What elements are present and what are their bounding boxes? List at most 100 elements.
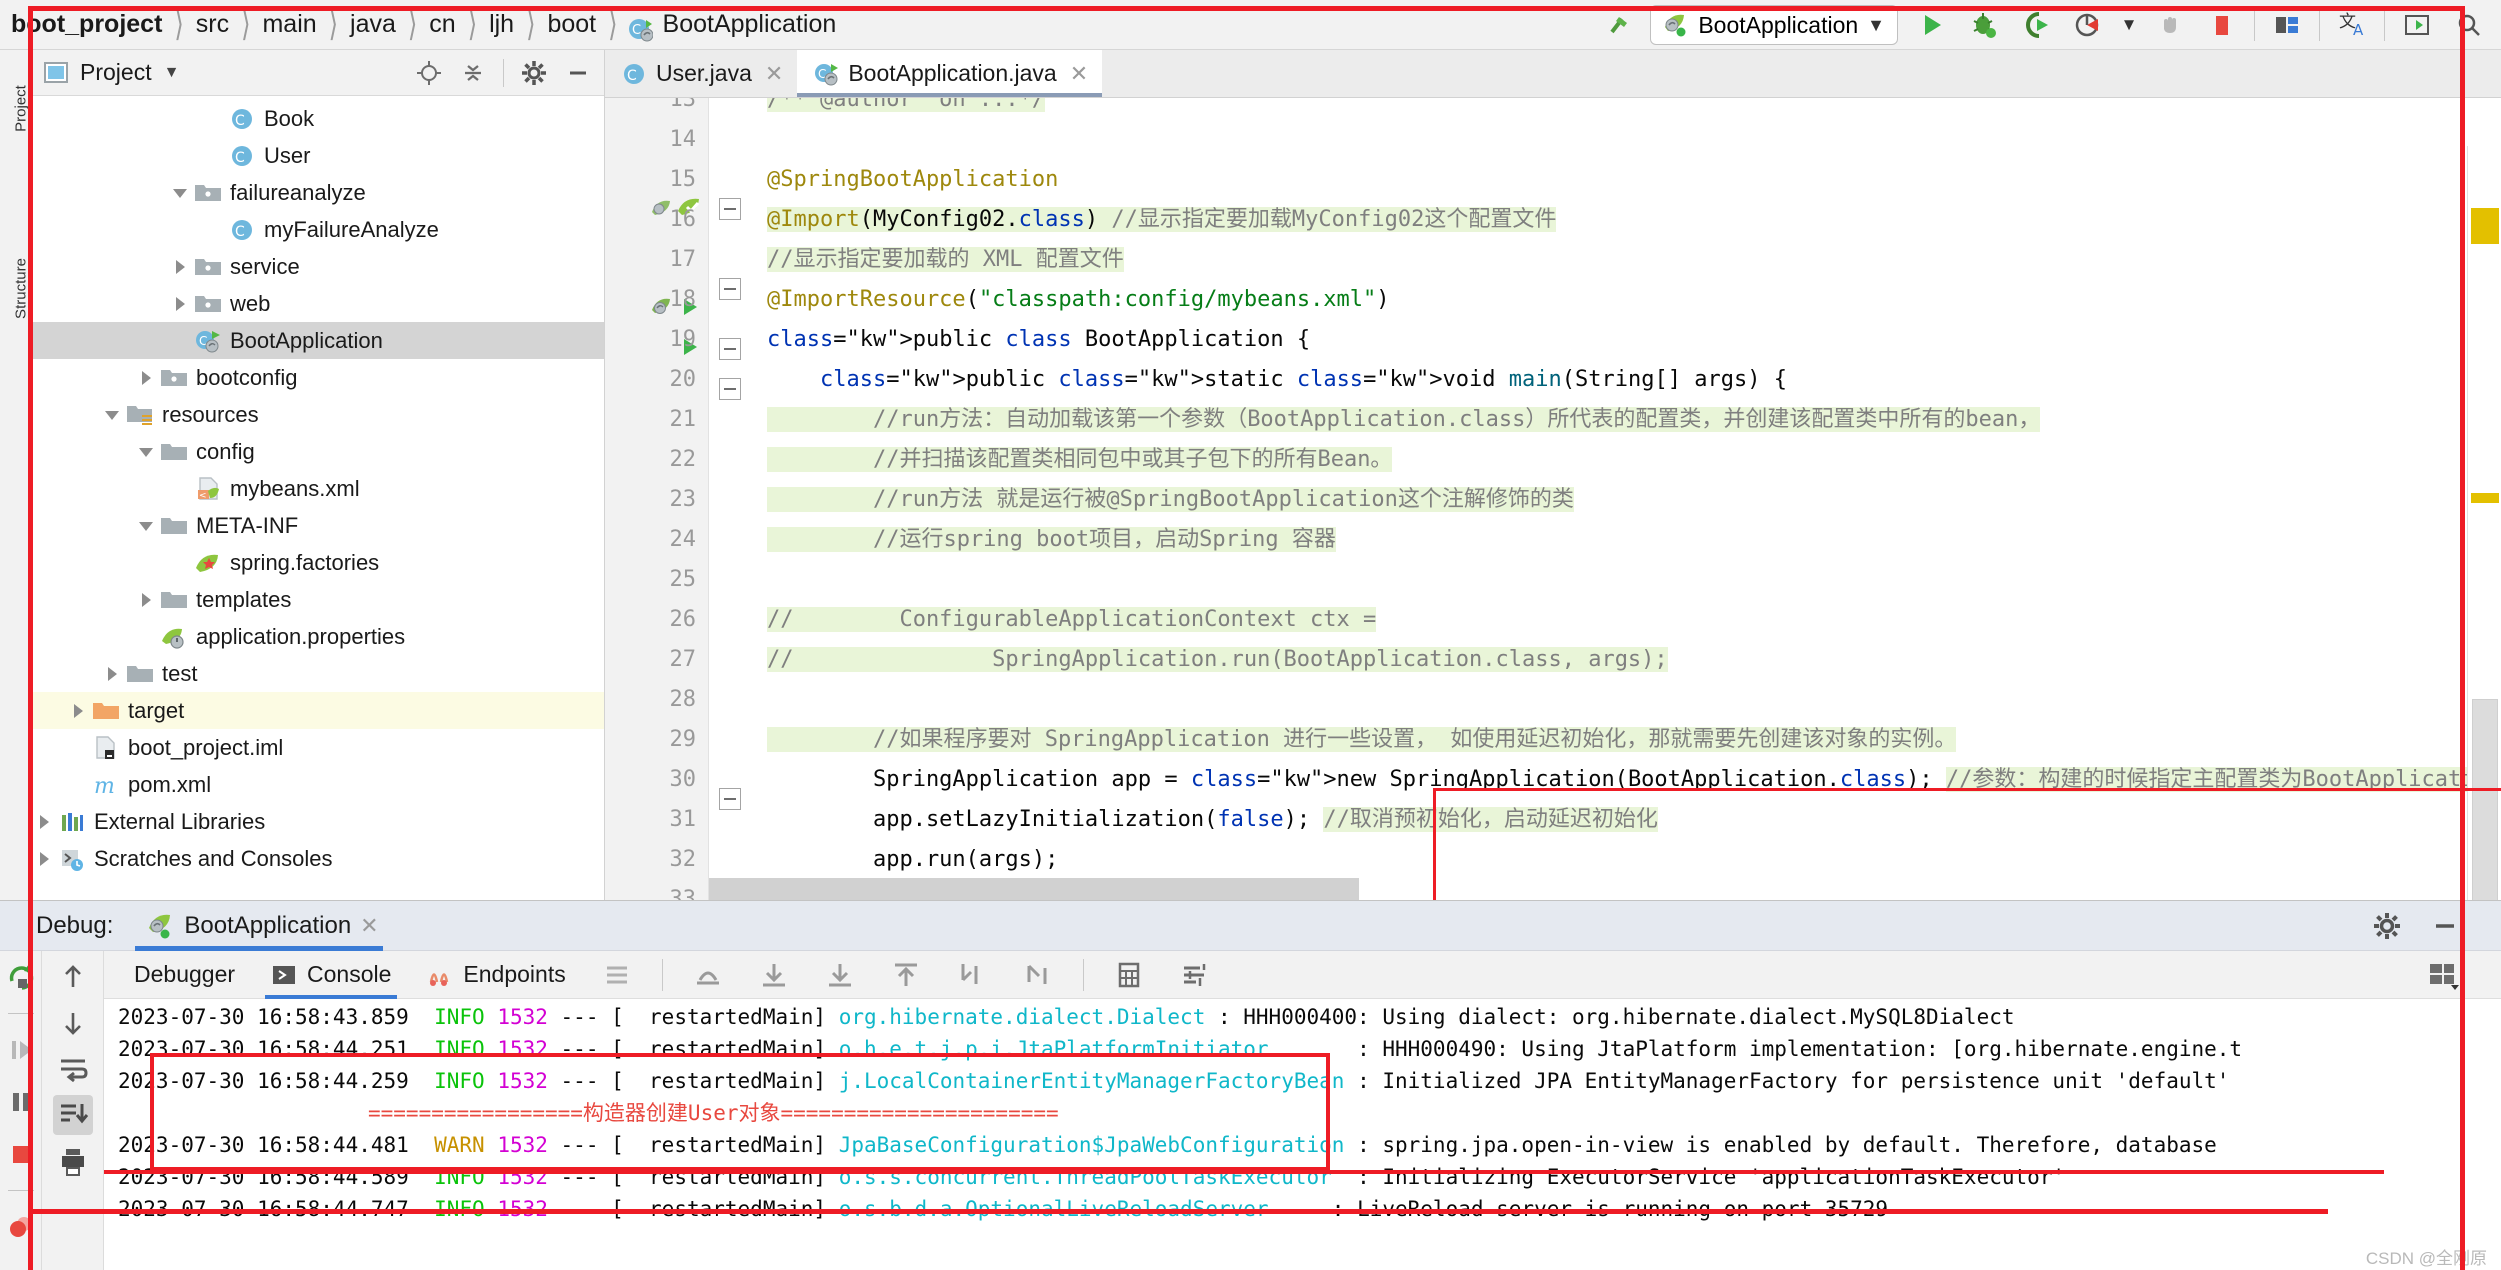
breadcrumb-item-src[interactable]: src [193,10,232,39]
step-into-icon[interactable] [741,951,807,999]
code-line[interactable]: @ImportResource("classpath:config/mybean… [767,280,1390,320]
code-line[interactable]: class="kw">public class BootApplication … [767,320,1310,360]
debug-session-tab[interactable]: BootApplication ✕ [135,901,388,951]
code-line[interactable]: @Import(MyConfig02.class) //显示指定要加载MyCon… [767,200,1556,240]
editor-gutter[interactable]: 1314151617181920212223242526272829303132… [605,98,709,900]
tool-window-structure-label[interactable]: Structure [13,244,30,334]
fold-marker[interactable] [719,338,741,360]
code-line[interactable]: //run方法 就是运行被@SpringBootApplication这个注解修… [767,480,1574,520]
tree-node[interactable]: resources [30,396,604,433]
run-to-cursor-icon[interactable] [939,951,1005,999]
run-with-coverage-icon[interactable] [2010,3,2062,47]
gear-icon[interactable] [520,59,548,87]
console-output[interactable]: CSDN @全刚原 2023-07-30 16:58:43.859 INFO 1… [104,999,2501,1270]
tree-node[interactable]: mpom.xml [30,766,604,803]
fold-marker[interactable] [719,788,741,810]
profiler-icon[interactable] [2062,3,2114,47]
calculator-icon[interactable] [1096,951,1162,999]
breadcrumb-item-bootapplication[interactable]: BootApplication [660,10,840,39]
breadcrumb-item-ljh[interactable]: ljh [486,10,517,39]
force-step-into-icon[interactable] [807,951,873,999]
tree-node[interactable]: templates [30,581,604,618]
chevron-right-icon[interactable] [170,256,192,278]
editor-fold-column[interactable] [709,98,759,900]
scroll-up-icon[interactable] [53,957,93,997]
tab-user-java[interactable]: C User.java ✕ [605,50,797,97]
tree-node[interactable]: External Libraries [30,803,604,840]
gear-icon[interactable] [2371,910,2403,942]
stop-icon[interactable] [1,1134,41,1174]
code-line[interactable]: app.run(args); [767,840,1058,880]
chevron-down-icon[interactable] [136,441,158,463]
project-tree[interactable]: CBookCUserfailureanalyzeCmyFailureAnalyz… [30,96,604,900]
tree-node[interactable]: service [30,248,604,285]
layout-settings-icon[interactable] [584,951,650,999]
code-line[interactable]: SpringApplication app = class="kw">new S… [767,760,2501,800]
tree-node[interactable]: CUser [30,137,604,174]
tree-node[interactable]: CmyFailureAnalyze [30,211,604,248]
editor-scrollbar-thumb[interactable] [2472,699,2498,900]
soft-wrap-icon[interactable] [53,1049,93,1089]
editor-marker-bar[interactable] [2467,146,2501,900]
tree-node[interactable]: boot_project.iml [30,729,604,766]
chevron-down-icon[interactable]: ▼ [1867,15,1885,36]
tool-window-project-label[interactable]: Project [13,64,30,154]
step-out-icon[interactable] [873,951,939,999]
chevron-right-icon[interactable] [136,367,158,389]
tree-node[interactable]: META-INF [30,507,604,544]
minimize-icon[interactable] [2429,910,2461,942]
chevron-right-icon[interactable] [102,663,124,685]
layout-windows-icon[interactable] [2261,3,2313,47]
print-icon[interactable] [53,1141,93,1181]
tab-console[interactable]: Console [253,951,409,999]
profiler-chevron-down-icon[interactable]: ▼ [2114,3,2144,47]
code-line[interactable]: //并扫描该配置类相同包中或其子包下的所有Bean。 [767,440,1392,480]
evaluate-icon[interactable] [1005,951,1071,999]
rerun-icon[interactable] [1,957,41,997]
breadcrumb-item-cn[interactable]: cn [426,10,458,39]
debug-bug-icon[interactable] [1958,3,2010,47]
breadcrumb-item-main[interactable]: main [259,10,319,39]
breadcrumb-item-project[interactable]: boot_project [8,10,165,39]
code-line[interactable]: //如果程序要对 SpringApplication 进行一些设置， 如使用延迟… [767,720,1956,760]
tree-node[interactable]: CBootApplication [30,322,604,359]
tree-node[interactable]: bootconfig [30,359,604,396]
tree-node[interactable]: target [30,692,604,729]
close-icon[interactable]: ✕ [1070,61,1088,87]
chevron-right-icon[interactable] [34,811,56,833]
stop-square-icon[interactable] [2196,3,2248,47]
fold-marker[interactable] [719,378,741,400]
tree-node[interactable]: config [30,433,604,470]
breadcrumb-item-boot[interactable]: boot [544,10,599,39]
open-terminal-icon[interactable] [2391,3,2443,47]
code-line[interactable]: app.setLazyInitialization(false); //取消预初… [767,800,1658,840]
settings-lines-icon[interactable] [1162,951,1228,999]
fold-marker[interactable] [719,198,741,220]
run-configuration-selector[interactable]: BootApplication ▼ [1650,5,1898,45]
build-hammer-icon[interactable] [1594,3,1646,47]
chevron-down-icon[interactable] [170,182,192,204]
code-line[interactable]: /** @author on ...*/ [767,98,1045,120]
scroll-from-source-icon[interactable] [415,59,443,87]
tree-node[interactable]: Scratches and Consoles [30,840,604,877]
warning-marker[interactable] [2471,493,2499,503]
warning-marker[interactable] [2471,208,2499,244]
chevron-right-icon[interactable] [136,589,158,611]
minimize-icon[interactable] [564,59,592,87]
tree-node[interactable]: spring.factories [30,544,604,581]
tab-endpoints[interactable]: Endpoints [409,951,583,999]
tree-node[interactable]: test [30,655,604,692]
tab-bootapplication-java[interactable]: C BootApplication.java ✕ [797,50,1102,97]
code-line[interactable]: // ConfigurableApplicationContext ctx = [767,600,1376,640]
code-line[interactable]: //显示指定要加载的 XML 配置文件 [767,240,1124,280]
code-editor[interactable]: 1314151617181920212223242526272829303132… [605,98,2501,900]
tree-node[interactable]: application.properties [30,618,604,655]
tree-node[interactable]: web [30,285,604,322]
chevron-down-icon[interactable] [136,515,158,537]
collapse-all-icon[interactable] [459,59,487,87]
code-line[interactable]: //run方法：自动加载该第一个参数（BootApplication.class… [767,400,2040,440]
chevron-down-icon[interactable]: ▼ [164,64,180,82]
close-icon[interactable]: ✕ [765,61,783,87]
tab-debugger[interactable]: Debugger [116,951,253,999]
chevron-right-icon[interactable] [68,700,90,722]
